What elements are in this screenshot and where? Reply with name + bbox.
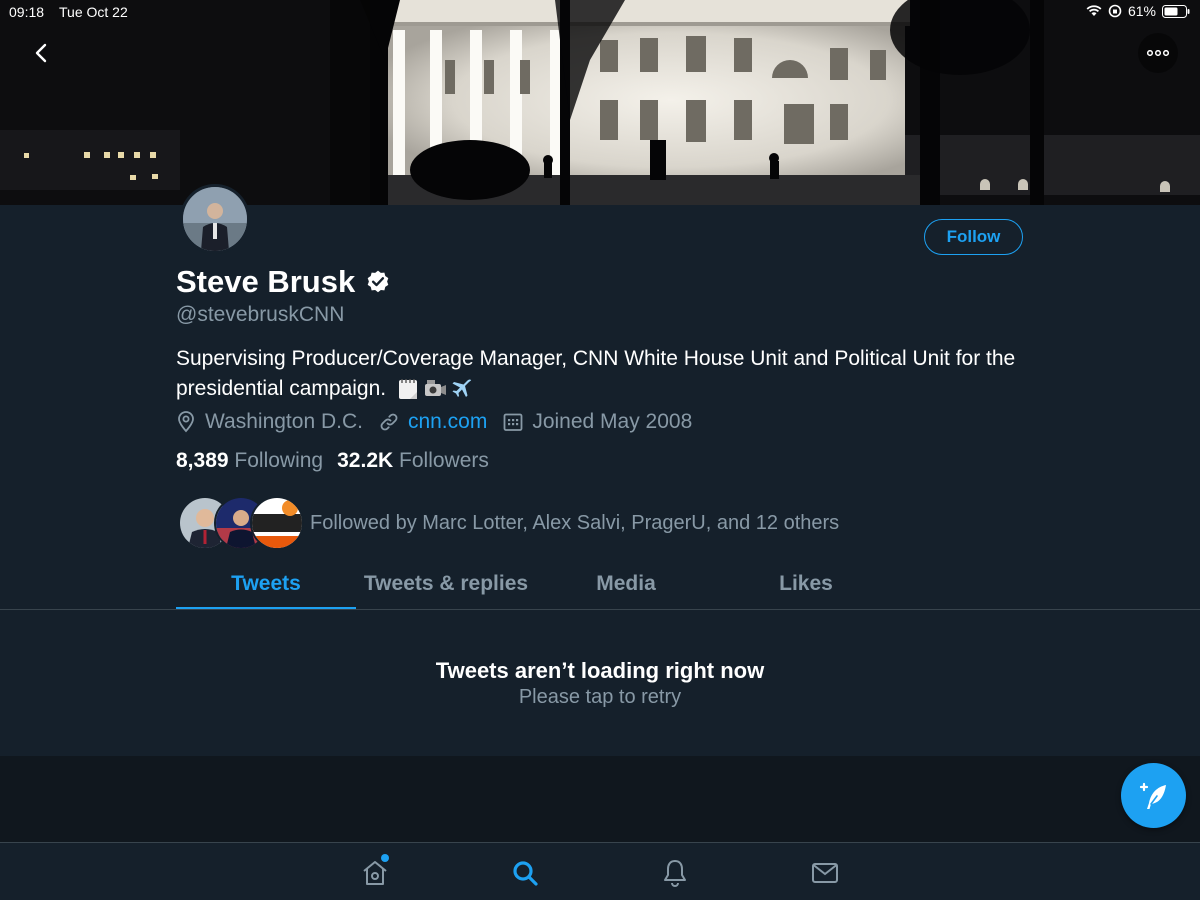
error-title: Tweets aren’t loading right now: [435, 658, 765, 683]
followed-by-avatars: [178, 496, 304, 550]
location-pin-icon: [178, 411, 194, 433]
follow-button[interactable]: Follow: [924, 219, 1023, 255]
spiral-notepad-icon: [398, 379, 417, 400]
bio-text: Supervising Producer/Coverage Manager, C…: [176, 347, 1016, 400]
retry-link[interactable]: Please tap to retry: [0, 686, 1200, 709]
status-bar: 09:18 Tue Oct 22 61%: [0, 0, 1200, 24]
tweets-error-panel: Tweets aren’t loading right now Please t…: [0, 610, 1200, 756]
tab-media[interactable]: Media: [536, 566, 716, 610]
followed-by-text: Followed by Marc Lotter, Alex Salvi, Pra…: [310, 511, 840, 534]
chevron-left-icon: [35, 43, 47, 63]
followers-count: 32.2K: [337, 449, 394, 472]
follow-counts: 8,389 Following 32.2K Followers: [176, 449, 489, 473]
nav-search[interactable]: [509, 857, 541, 889]
nav-notifications[interactable]: [659, 857, 691, 889]
back-button[interactable]: [21, 33, 61, 73]
avatar-photo: [183, 187, 247, 251]
battery-percent: 61%: [1127, 3, 1156, 19]
followers-label: Followers: [399, 449, 489, 472]
airplane-icon: [452, 379, 472, 398]
link-icon: [380, 413, 398, 431]
status-time: 09:18: [9, 4, 45, 20]
bio-emoji-group: [396, 377, 474, 401]
home-notification-dot: [381, 854, 389, 862]
tab-tweets[interactable]: Tweets: [176, 566, 356, 610]
joined-text: Joined May 2008: [532, 410, 693, 433]
banner-image: [0, 0, 1200, 205]
search-icon: [513, 861, 538, 886]
bottom-nav: [0, 842, 1200, 900]
website-link[interactable]: cnn.com: [408, 410, 487, 434]
battery-icon: [1162, 4, 1190, 18]
following-count: 8,389: [176, 449, 229, 472]
location-text: Washington D.C.: [205, 410, 363, 433]
home-icon: [363, 861, 387, 885]
nav-messages[interactable]: [809, 857, 841, 889]
status-date: Tue Oct 22: [59, 4, 128, 20]
profile-avatar[interactable]: [180, 184, 250, 254]
wifi-icon: [1086, 5, 1102, 16]
profile-banner[interactable]: [0, 0, 1200, 205]
video-camera-icon: [424, 380, 446, 397]
orientation-lock-icon: [1108, 4, 1122, 18]
followers-count-link[interactable]: 32.2K Followers: [337, 449, 489, 473]
more-dots-icon: [1147, 50, 1169, 56]
following-count-link[interactable]: 8,389 Following: [176, 449, 323, 473]
tab-tweets-replies[interactable]: Tweets & replies: [356, 566, 536, 610]
profile-meta: Washington D.C. cnn.com Joined May 2008: [176, 410, 708, 434]
display-name-text: Steve Brusk: [176, 264, 356, 299]
empty-feed-area: [0, 756, 1200, 842]
verified-badge-icon: [367, 270, 389, 293]
following-label: Following: [234, 449, 324, 472]
compose-feather-icon: [1139, 782, 1166, 809]
status-indicators: 61%: [1086, 3, 1190, 19]
joined-item: Joined May 2008: [503, 410, 692, 434]
tab-likes[interactable]: Likes: [716, 566, 896, 610]
mail-icon: [812, 863, 838, 883]
nav-home[interactable]: [359, 854, 391, 889]
calendar-icon: [503, 413, 523, 431]
compose-tweet-button[interactable]: [1121, 763, 1186, 828]
profile-bio: Supervising Producer/Coverage Manager, C…: [176, 344, 1046, 404]
more-options-button[interactable]: [1138, 33, 1178, 73]
followed-by-row[interactable]: Followed by Marc Lotter, Alex Salvi, Pra…: [178, 496, 839, 550]
profile-display-name: Steve Brusk: [176, 264, 391, 300]
bell-icon: [664, 860, 686, 887]
profile-handle: @stevebruskCNN: [176, 303, 345, 326]
location-item: Washington D.C.: [176, 410, 363, 434]
website-item[interactable]: cnn.com: [379, 410, 487, 434]
follower-avatar: [250, 496, 304, 550]
profile-tabs: Tweets Tweets & replies Media Likes: [176, 566, 1016, 610]
